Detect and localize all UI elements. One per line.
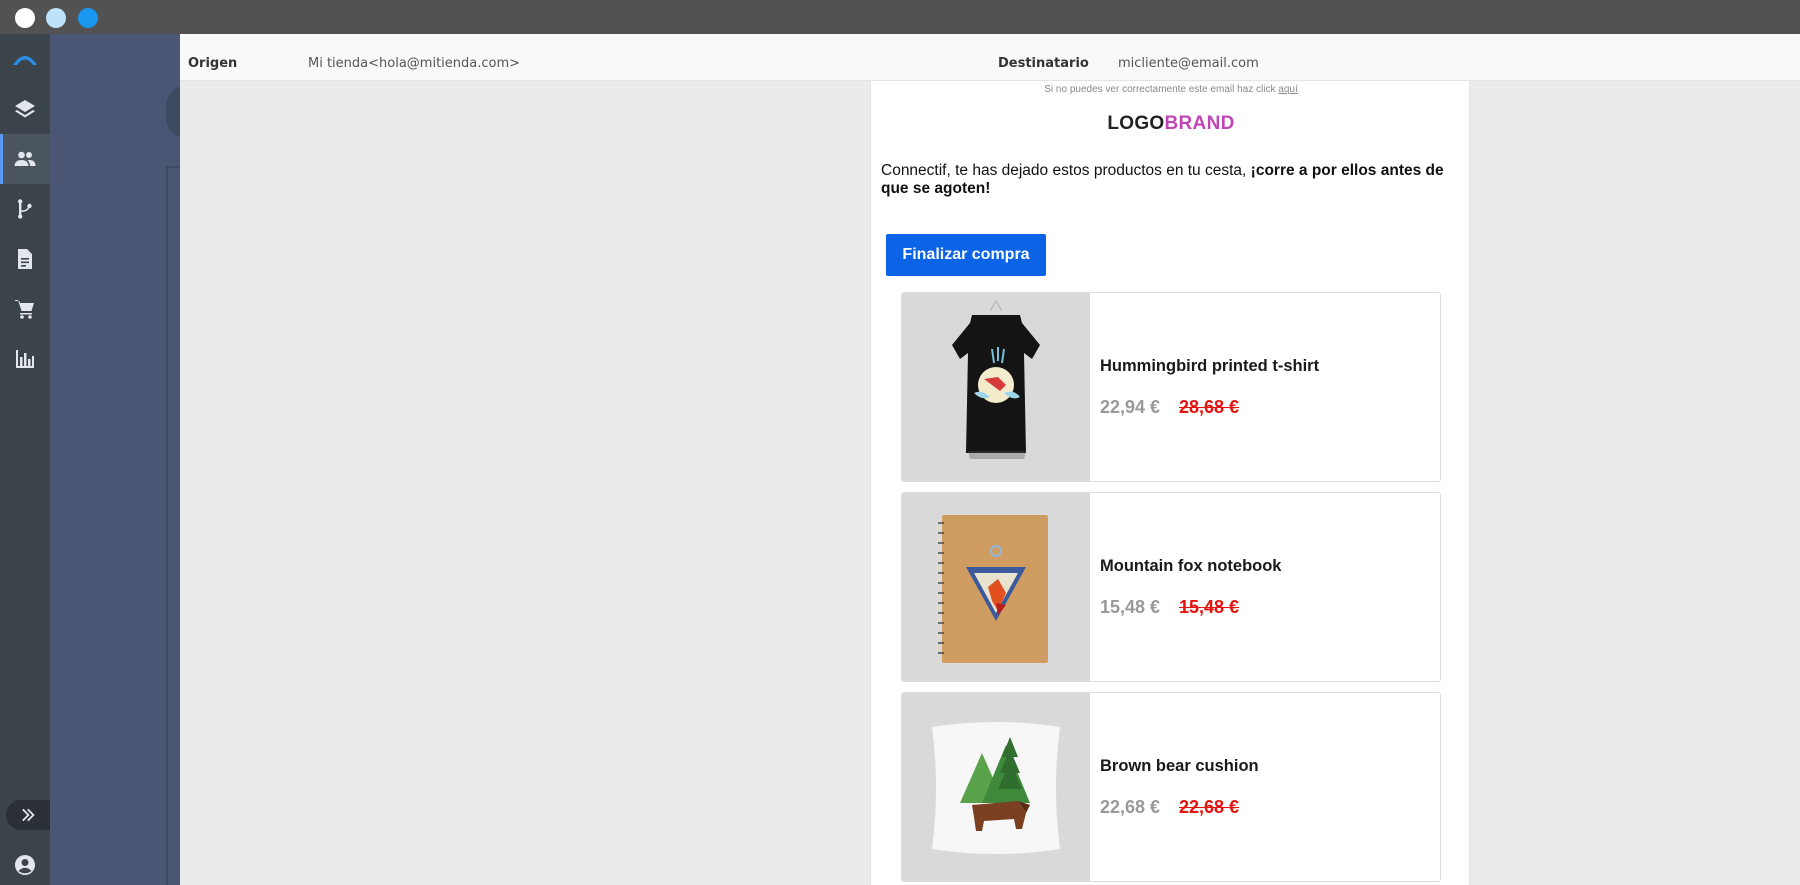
window-minimize-dot[interactable] [46,8,66,28]
layers-icon[interactable] [0,84,50,134]
product-card[interactable]: Hummingbird printed t-shirt 22,94 € 28,6… [901,292,1441,482]
to-label: Destinatario [998,56,1089,71]
from-value: Mi tienda<hola@mitienda.com> [308,56,521,71]
email-header: Origen Mi tienda<hola@mitienda.com> Dest… [180,34,1800,81]
product-card[interactable]: Mountain fox notebook 15,48 € 15,48 € [901,492,1441,682]
workflow-icon[interactable] [0,184,50,234]
account-icon[interactable] [0,840,50,885]
background-app-panel [50,34,180,885]
window-close-dot[interactable] [15,8,35,28]
background-app-frame [166,166,180,885]
product-old-price: 28,68 € [1179,397,1240,417]
intro-text: Connectif, te has dejado estos productos… [881,162,1456,198]
product-old-price: 15,48 € [1179,597,1240,617]
product-price: 22,68 € [1100,797,1161,817]
intro-regular: Connectif, te has dejado estos productos… [881,162,1251,179]
product-card[interactable]: Brown bear cushion 22,68 € 22,68 € [901,692,1441,882]
preheader-link[interactable]: aquí [1278,84,1297,95]
expand-icon[interactable] [6,800,50,830]
bar-chart-icon[interactable] [0,334,50,384]
product-old-price: 22,68 € [1179,797,1240,817]
brand-name-text: BRAND [1164,113,1235,134]
to-value: micliente@email.com [1118,56,1259,71]
product-name[interactable]: Hummingbird printed t-shirt [1100,357,1319,376]
tshirt-image [902,293,1090,481]
brand-logo-text: LOGO [1107,113,1165,134]
sidebar-nav [0,34,50,885]
window-titlebar [0,0,1800,34]
product-name[interactable]: Brown bear cushion [1100,757,1259,776]
preheader-text: Si no puedes ver correctamente este emai… [1044,84,1276,95]
connectif-logo-icon[interactable] [0,34,50,84]
email-preview-modal: Origen Mi tienda<hola@mitienda.com> Dest… [180,34,1800,885]
contacts-icon[interactable] [0,134,50,184]
brand-logo: LOGOBRAND [871,113,1471,135]
preheader: Si no puedes ver correctamente este emai… [871,84,1471,95]
document-icon[interactable] [0,234,50,284]
product-price: 22,94 € [1100,397,1161,417]
from-label: Origen [188,56,238,71]
checkout-button[interactable]: Finalizar compra [886,234,1046,276]
notebook-image [902,493,1090,681]
product-price: 15,48 € [1100,597,1161,617]
cushion-image [902,693,1090,881]
product-name[interactable]: Mountain fox notebook [1100,557,1281,576]
cart-icon[interactable] [0,284,50,334]
email-body: Si no puedes ver correctamente este emai… [870,81,1470,885]
window-maximize-dot[interactable] [78,8,98,28]
